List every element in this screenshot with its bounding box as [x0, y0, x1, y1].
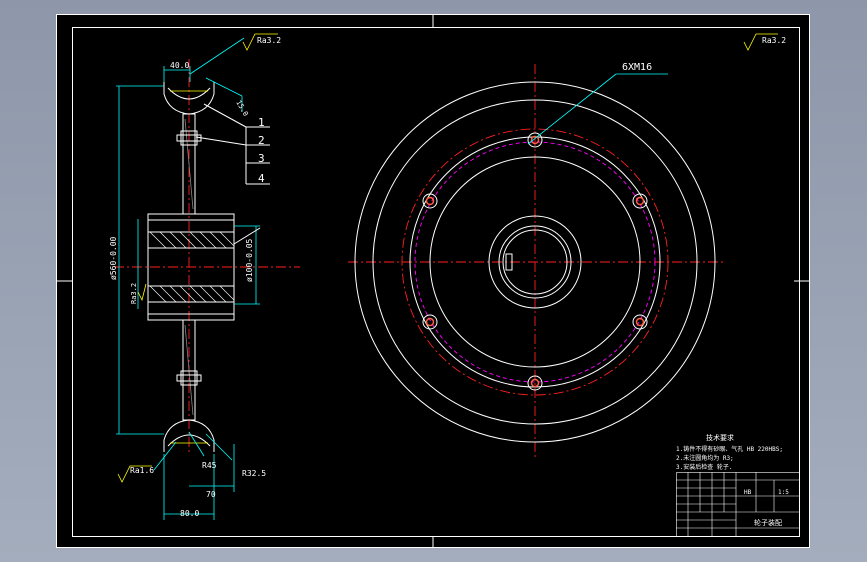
- outer-diameter-label: ø560-0.00: [109, 236, 118, 280]
- bottom-roughness-label: Ra1.6: [130, 466, 154, 475]
- top-roughness-label: Ra3.2: [257, 36, 281, 45]
- note-line-2: 2.未注圆角均为 R3;: [676, 454, 734, 462]
- radius-45-label: R45: [202, 461, 217, 470]
- corner-roughness-label: Ra3.2: [762, 36, 786, 45]
- notes-heading: 技术要求: [706, 433, 734, 442]
- note-line-3: 3.安装后检查 轮子.: [676, 463, 732, 471]
- bolt-hole: [422, 193, 438, 209]
- part-label-1: 1: [258, 116, 265, 129]
- part-label-4: 4: [258, 172, 265, 185]
- drawing-sheet: 40.0 Ra3.2 15.0 ø560-0.00 Ra3.2 ø100-0.0…: [56, 14, 810, 548]
- technical-notes: 技术要求 1.铸件不得有砂眼、气孔 HB 220HBS; 2.未注圆角均为 R3…: [676, 433, 783, 471]
- title-drawing-name: 轮子装配: [754, 518, 782, 527]
- bore-label: ø100-0.05: [245, 238, 254, 282]
- bolt-hole: [632, 193, 648, 209]
- front-view: [348, 64, 724, 460]
- cad-viewport[interactable]: 40.0 Ra3.2 15.0 ø560-0.00 Ra3.2 ø100-0.0…: [0, 0, 867, 562]
- rim-width-label: 80.0: [180, 509, 199, 518]
- groove-width-label: 70: [206, 490, 216, 499]
- top-width-label: 40.0: [170, 61, 189, 70]
- drawing-canvas: 40.0 Ra3.2 15.0 ø560-0.00 Ra3.2 ø100-0.0…: [56, 14, 810, 548]
- note-line-1: 1.铸件不得有砂眼、气孔 HB 220HBS;: [676, 445, 783, 453]
- chamfer-label: 15.0: [234, 99, 249, 118]
- radius-32-label: R32.5: [242, 469, 266, 478]
- part-label-2: 2: [258, 134, 265, 147]
- part-label-3: 3: [258, 152, 265, 165]
- hub-roughness-label: Ra3.2: [130, 283, 138, 304]
- title-scale: 1:5: [778, 489, 789, 496]
- title-stamp: HB: [744, 489, 752, 496]
- roughness-symbols: [117, 33, 778, 483]
- bolt-callout: 6XM16: [622, 62, 652, 73]
